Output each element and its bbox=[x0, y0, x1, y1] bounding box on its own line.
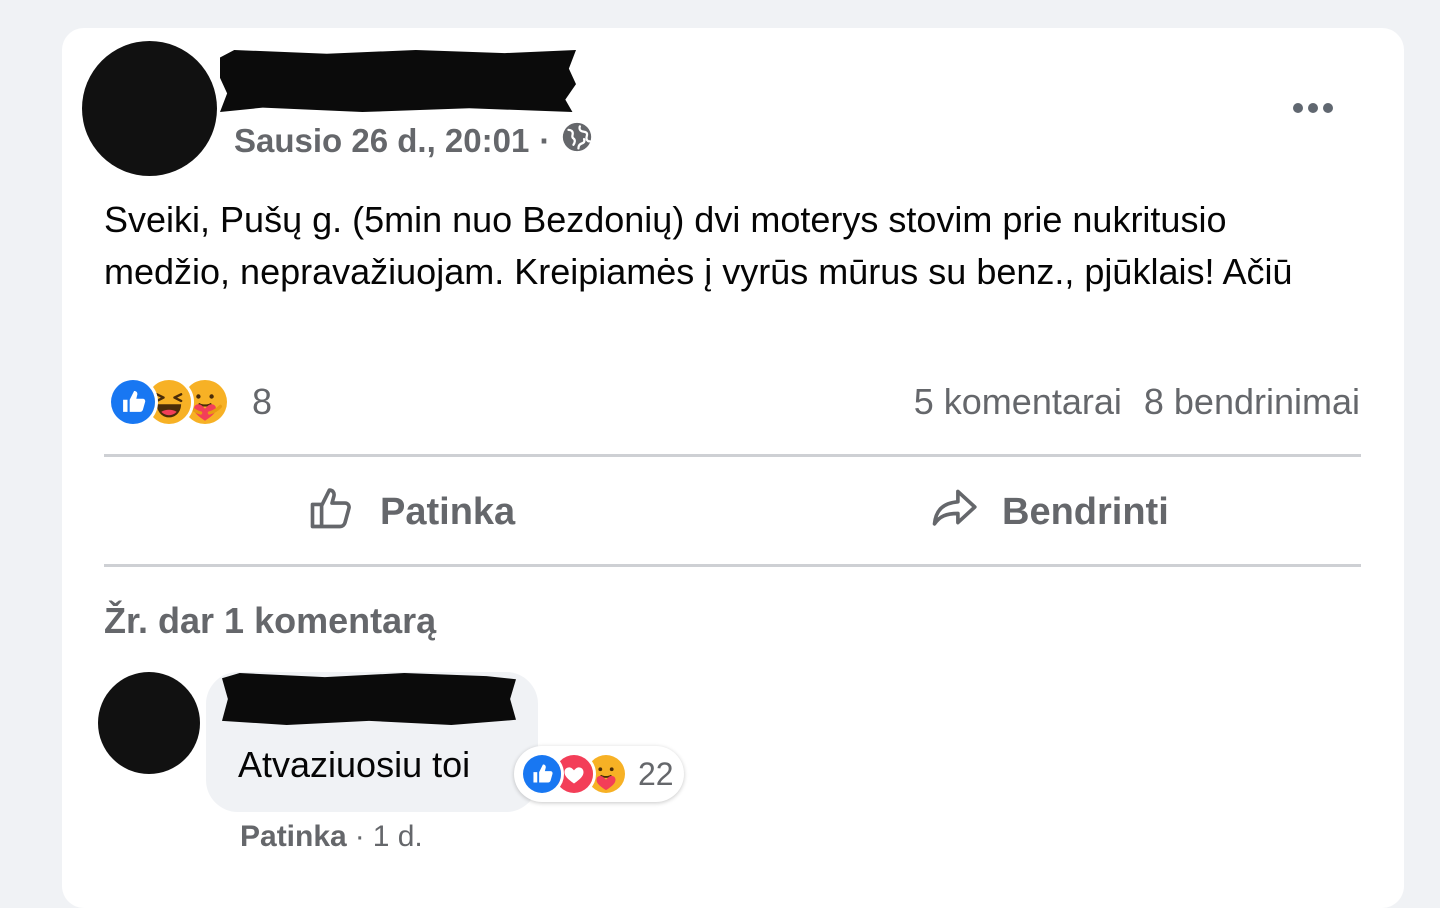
share-label: Bendrinti bbox=[1002, 490, 1169, 533]
comment-text: Atvaziuosiu toi bbox=[238, 744, 471, 785]
view-more-comments-link[interactable]: Žr. dar 1 komentarą bbox=[104, 600, 436, 642]
share-button[interactable]: Bendrinti bbox=[928, 482, 1169, 542]
like-icon bbox=[520, 752, 564, 796]
post-card: Sausio 26 d., 20:01 · Sveiki, Pušų g. (5… bbox=[62, 28, 1404, 908]
meta-separator: · bbox=[539, 122, 551, 159]
comment-reactions[interactable]: 22 bbox=[514, 746, 684, 802]
divider bbox=[104, 564, 1361, 567]
post-text: Sveiki, Pušų g. (5min nuo Bezdonių) dvi … bbox=[104, 199, 1293, 292]
shares-count[interactable]: 8 bendrinimai bbox=[1144, 381, 1360, 423]
thumbs-up-icon bbox=[306, 481, 358, 543]
redacted-author-name bbox=[220, 50, 576, 112]
share-arrow-icon bbox=[928, 481, 980, 543]
comments-count[interactable]: 5 komentarai bbox=[914, 381, 1122, 423]
post-reactions[interactable]: 8 bbox=[108, 374, 272, 430]
like-label: Patinka bbox=[380, 490, 516, 533]
comment-like-link[interactable]: Patinka bbox=[240, 820, 347, 854]
comment-reaction-count: 22 bbox=[638, 755, 674, 792]
author-avatar[interactable] bbox=[82, 41, 217, 176]
post-stats: 5 komentarai 8 bendrinimai bbox=[914, 374, 1360, 430]
post-meta: Sausio 26 d., 20:01 · bbox=[234, 120, 594, 162]
comment-time[interactable]: 1 d. bbox=[373, 820, 423, 854]
like-icon bbox=[108, 377, 158, 427]
more-horizontal-icon[interactable] bbox=[1284, 88, 1342, 128]
comment-footer: Patinka · 1 d. bbox=[240, 820, 423, 854]
redacted-commenter-name bbox=[222, 673, 516, 725]
globe-icon bbox=[560, 120, 594, 162]
reaction-count: 8 bbox=[252, 381, 273, 422]
commenter-avatar[interactable] bbox=[98, 672, 200, 774]
post-timestamp[interactable]: Sausio 26 d., 20:01 bbox=[234, 122, 529, 160]
like-button[interactable]: Patinka bbox=[306, 482, 515, 542]
divider bbox=[104, 454, 1361, 457]
footer-separator: · bbox=[354, 820, 365, 853]
